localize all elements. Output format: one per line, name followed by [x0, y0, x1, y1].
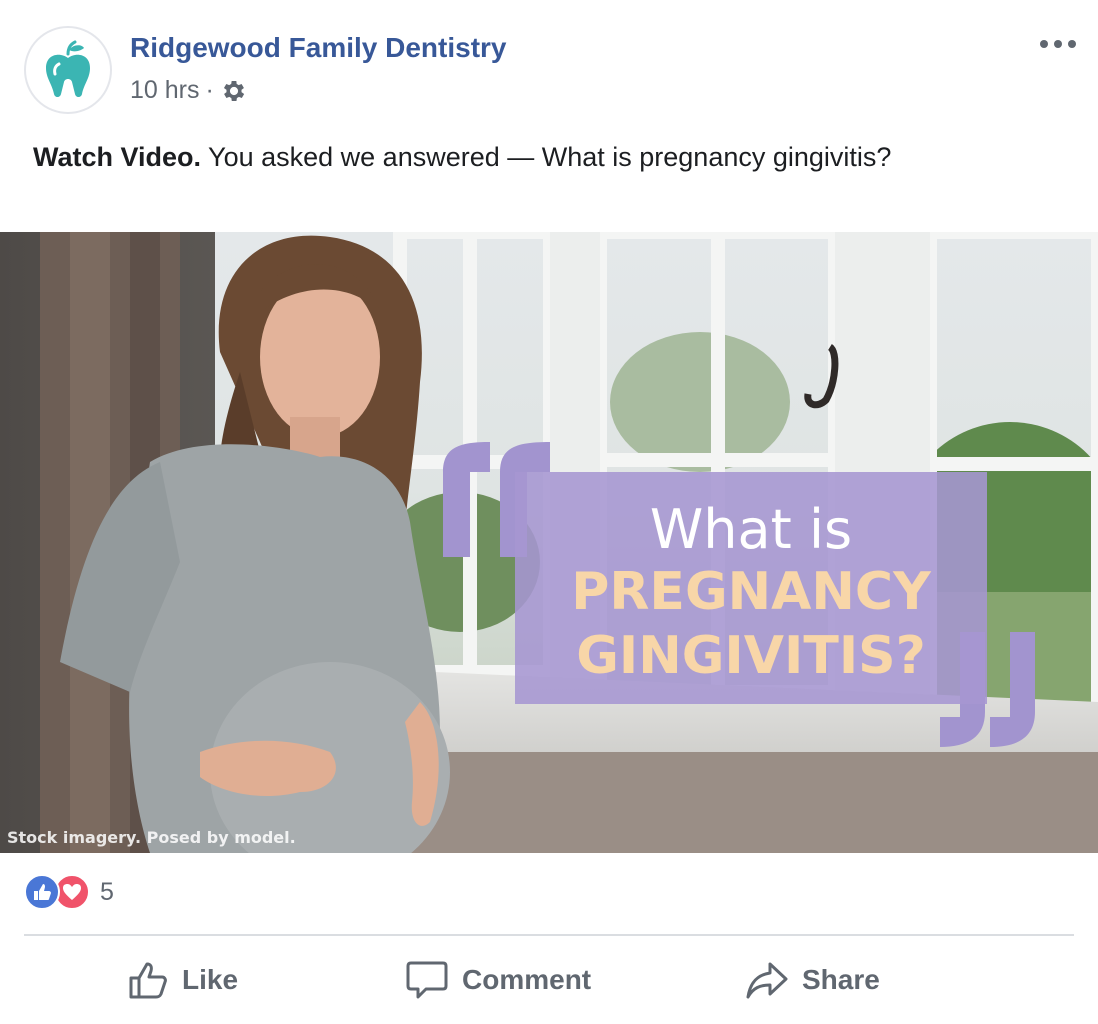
post-text: Watch Video. You asked we answered — Wha…: [33, 142, 891, 173]
actions-divider: [24, 934, 1074, 936]
comment-button[interactable]: Comment: [406, 950, 591, 1010]
comment-bubble-icon: [406, 961, 448, 999]
reactions-summary[interactable]: 5: [24, 874, 114, 910]
more-dots-icon: [1040, 40, 1076, 48]
like-label: Like: [182, 964, 239, 995]
like-icon: [24, 874, 60, 910]
overlay-title-line2: PREGNANCY: [571, 562, 931, 622]
facebook-post: Ridgewood Family Dentistry 10 hrs · Watc…: [0, 0, 1098, 1024]
reaction-count: 5: [100, 877, 114, 906]
image-caption: Stock imagery. Posed by model.: [7, 828, 296, 847]
post-text-bold: Watch Video.: [33, 142, 202, 172]
share-arrow-icon: [746, 962, 788, 999]
meta-separator: ·: [205, 76, 214, 104]
comment-label: Comment: [462, 964, 592, 995]
post-timestamp[interactable]: 10 hrs: [130, 76, 199, 105]
thumbs-up-icon: [129, 962, 167, 999]
post-meta: 10 hrs ·: [130, 76, 248, 105]
post-text-body: You asked we answered — What is pregnanc…: [201, 142, 892, 172]
like-button[interactable]: Like: [128, 950, 238, 1010]
overlay-title-line3: GINGIVITIS?: [576, 626, 926, 686]
post-actions: Like Comment Share: [0, 950, 1098, 1010]
tooth-apple-logo-icon: [46, 40, 90, 97]
gear-icon: [223, 80, 244, 101]
page-name-link[interactable]: Ridgewood Family Dentistry: [130, 32, 507, 64]
more-options-button[interactable]: [1038, 30, 1078, 58]
share-button[interactable]: Share: [746, 950, 880, 1010]
overlay-title-line1: What is: [649, 498, 853, 561]
share-label: Share: [802, 964, 880, 995]
page-avatar[interactable]: [24, 26, 112, 114]
